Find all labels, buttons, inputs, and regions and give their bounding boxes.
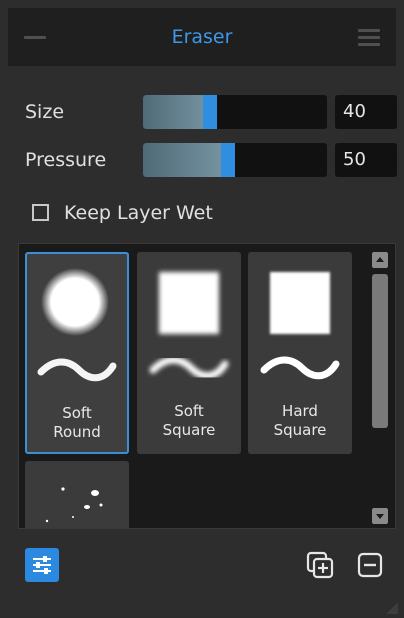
- soft-square-brush-icon: [137, 252, 241, 392]
- resize-grip-icon[interactable]: [386, 599, 398, 614]
- scroll-thumb[interactable]: [372, 274, 388, 428]
- panel-title: Eraser: [171, 26, 233, 48]
- size-value-field[interactable]: 40: [335, 95, 397, 129]
- preset-scrollbar[interactable]: [370, 252, 390, 524]
- size-row: Size 40: [25, 93, 397, 131]
- preset-name: Soft Round: [53, 404, 101, 441]
- soft-round-brush-icon: [27, 254, 127, 394]
- preset-tile[interactable]: [25, 461, 129, 528]
- preset-settings-button[interactable]: [25, 548, 59, 582]
- eraser-panel: Eraser Size 40 Pressure 50 Keep Layer We…: [0, 0, 404, 617]
- scroll-up-arrow-icon[interactable]: [372, 252, 388, 268]
- pressure-row: Pressure 50: [25, 141, 397, 179]
- keep-layer-wet-label: Keep Layer Wet: [64, 202, 213, 224]
- pressure-label: Pressure: [25, 149, 107, 171]
- pressure-slider-knob[interactable]: [221, 143, 235, 177]
- size-slider-knob[interactable]: [203, 95, 217, 129]
- duplicate-preset-button[interactable]: [305, 550, 335, 580]
- pressure-value-field[interactable]: 50: [335, 143, 397, 177]
- panel-menu-icon[interactable]: [358, 29, 380, 47]
- preset-tile[interactable]: Hard Square: [248, 252, 352, 454]
- remove-preset-icon: [357, 552, 383, 578]
- sliders-icon: [33, 556, 51, 574]
- speckle-brush-icon: [25, 461, 129, 528]
- preset-name: Hard Square: [273, 402, 327, 439]
- size-label: Size: [25, 101, 65, 123]
- preset-name: Soft Square: [162, 402, 216, 439]
- checkbox-icon[interactable]: [32, 204, 49, 221]
- scroll-down-arrow-icon[interactable]: [372, 508, 388, 524]
- duplicate-preset-icon: [306, 551, 334, 579]
- size-slider[interactable]: [143, 95, 327, 129]
- remove-preset-button[interactable]: [355, 550, 385, 580]
- preset-tile[interactable]: Soft Square: [137, 252, 241, 454]
- preset-tile[interactable]: Soft Round: [25, 252, 129, 454]
- hard-square-brush-icon: [248, 252, 352, 392]
- panel-titlebar[interactable]: Eraser: [8, 8, 396, 66]
- pressure-slider[interactable]: [143, 143, 327, 177]
- preset-grid: Soft Round Soft Square Hard Square: [18, 243, 396, 529]
